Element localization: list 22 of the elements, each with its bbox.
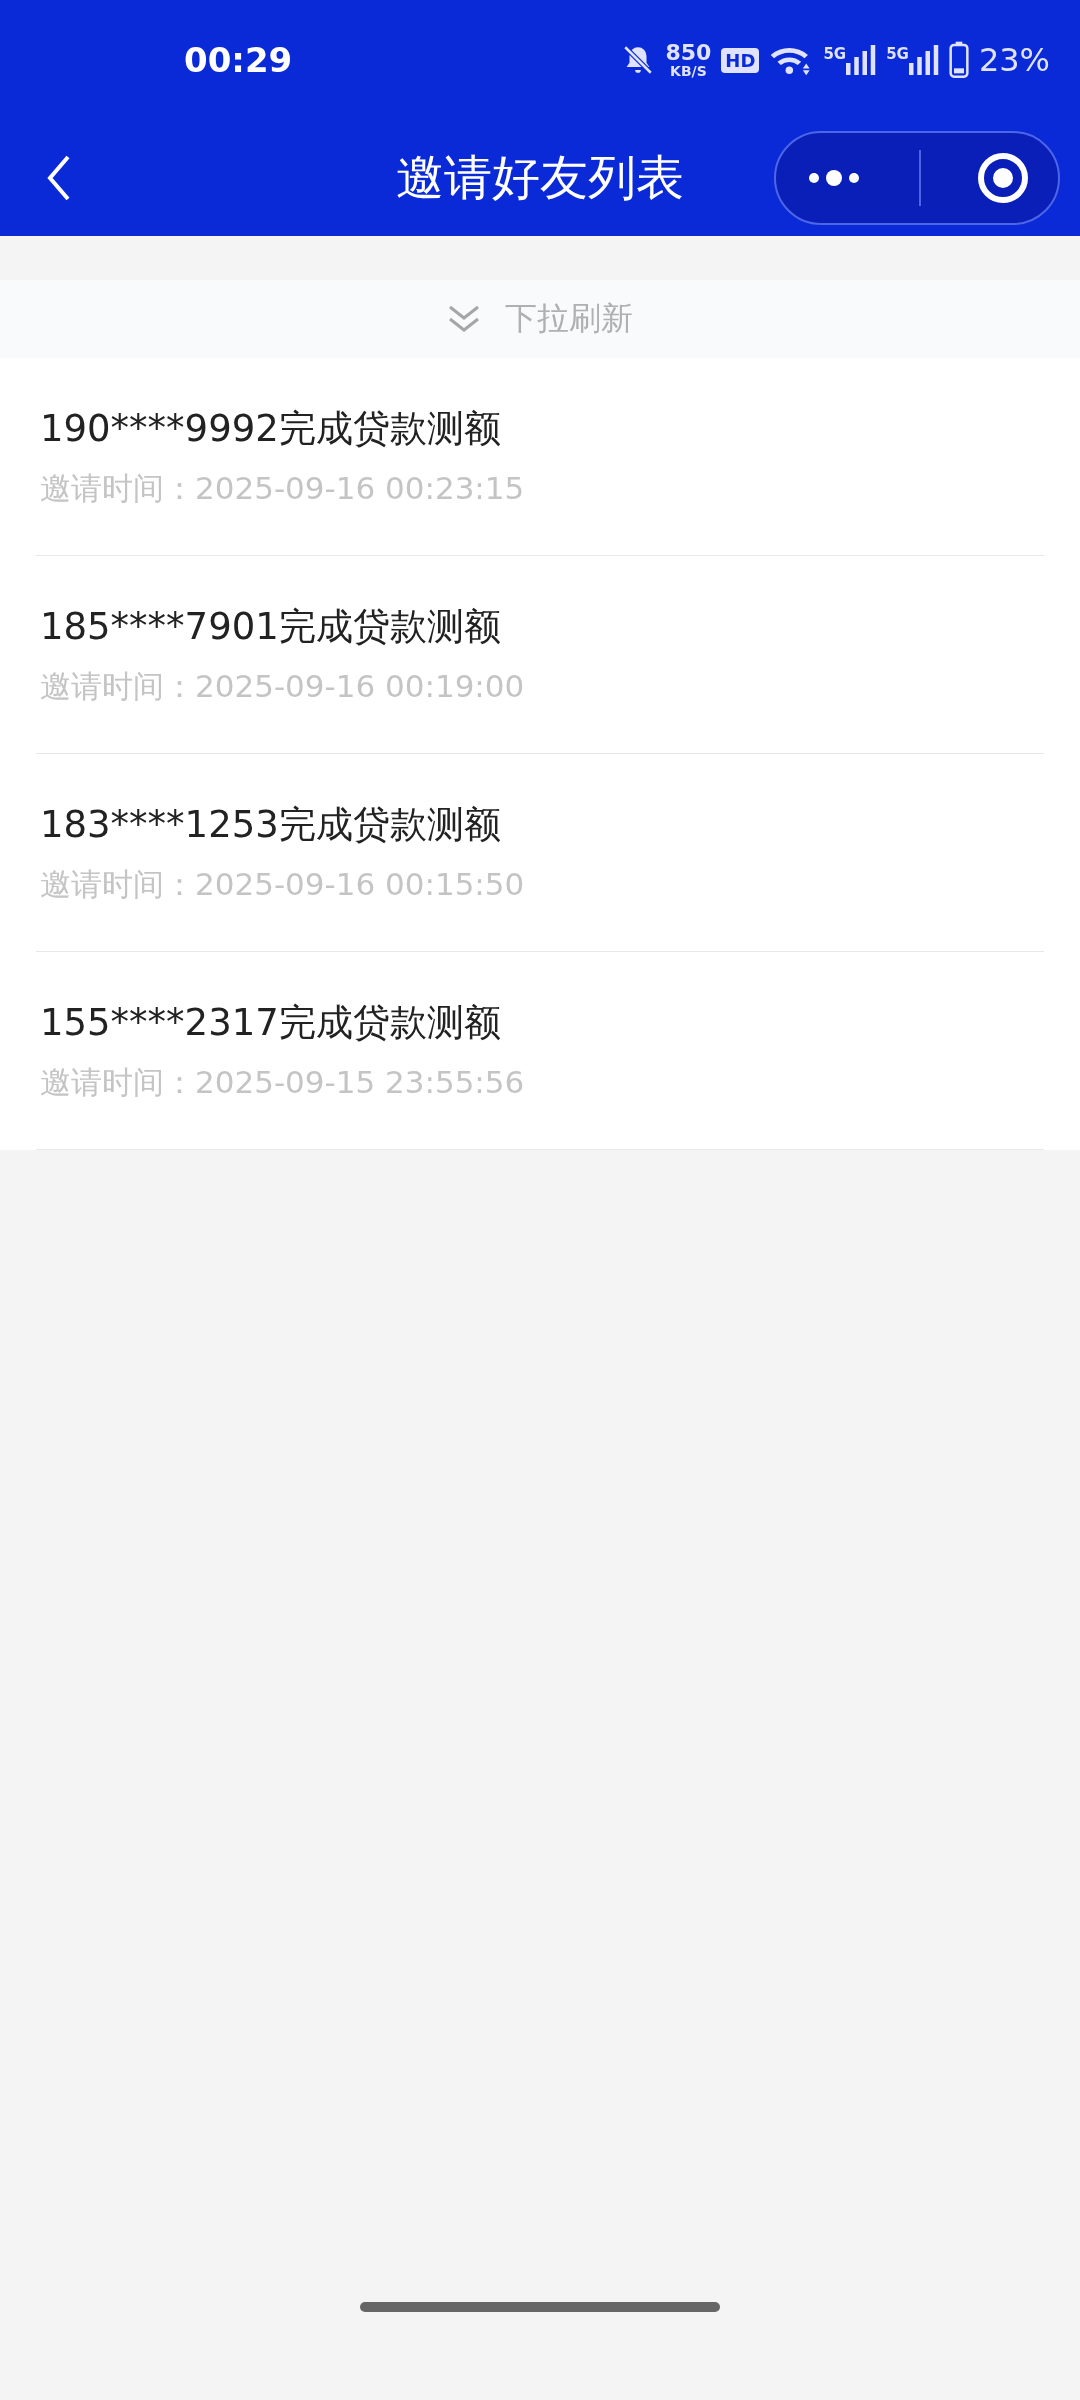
battery-level: 23% [978,41,1050,79]
double-chevron-icon [447,304,481,334]
close-icon[interactable] [976,151,1031,205]
pull-refresh-label: 下拉刷新 [505,298,633,339]
status-time: 00:29 [184,40,293,80]
invite-title: 183****1253完成贷款测额 [40,801,502,848]
battery-icon [948,41,969,79]
invite-time: 邀请时间：2025-09-16 00:23:15 [40,468,526,508]
speed-unit: KB/S [670,64,707,78]
signal-icon [908,45,939,75]
hd-badge: HD [721,47,760,73]
network-speed: 850 [665,42,712,64]
invite-time: 邀请时间：2025-09-15 23:55:56 [40,1062,526,1102]
page-title: 邀请好友列表 [396,148,684,207]
signal-icon [846,45,877,75]
invite-time: 邀请时间：2025-09-16 00:15:50 [40,864,526,904]
network-type: 5G [823,45,847,63]
invite-title: 190****9992完成贷款测额 [40,405,502,452]
invite-title: 185****7901完成贷款测额 [40,603,502,650]
invite-title: 155****2317完成贷款测额 [40,999,502,1046]
invite-time: 邀请时间：2025-09-16 00:19:00 [40,666,526,706]
network-type: 5G [886,45,909,63]
